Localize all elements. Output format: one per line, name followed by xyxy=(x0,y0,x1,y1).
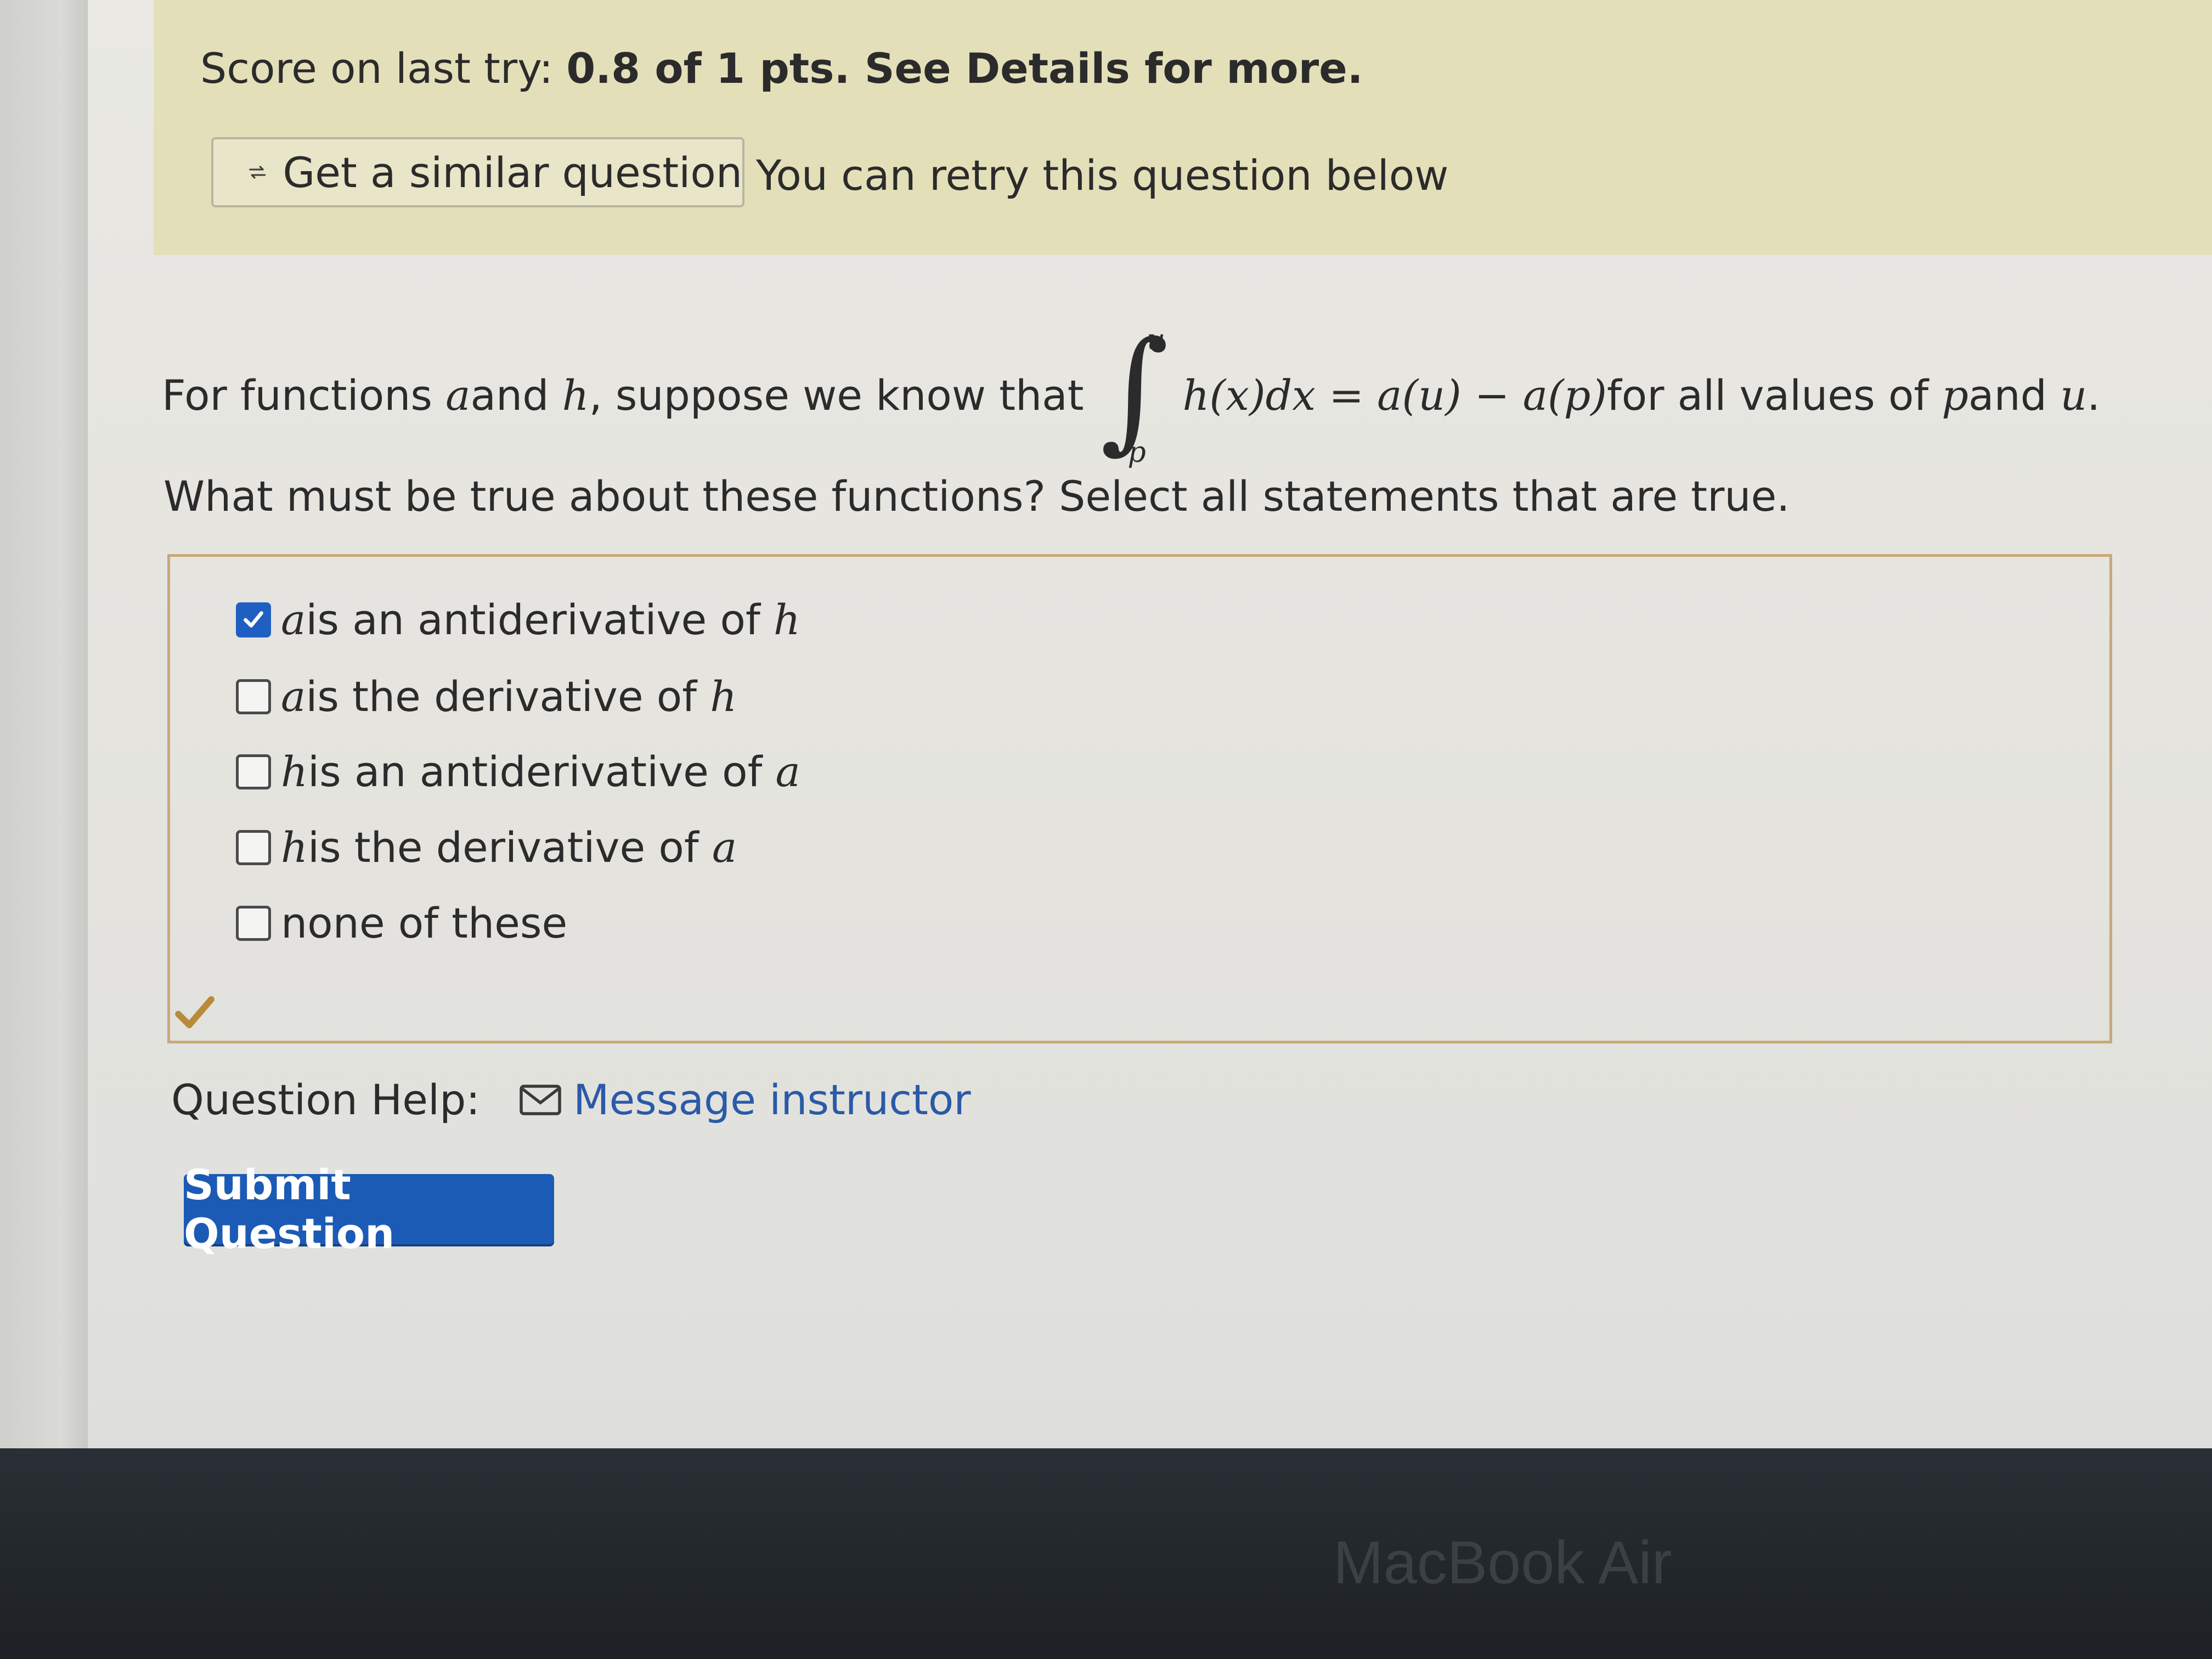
submit-question-button[interactable]: Submit Question xyxy=(184,1160,554,1258)
checkbox-checked[interactable] xyxy=(236,602,271,637)
option-var1: h xyxy=(281,747,308,796)
option-var1: a xyxy=(281,672,306,721)
checkbox[interactable] xyxy=(236,679,271,714)
option-text: is an antiderivative of xyxy=(307,747,763,796)
option-text: is an antiderivative of xyxy=(306,595,760,644)
option-text: is the derivative of xyxy=(306,672,697,721)
score-value: 0.8 of 1 pts xyxy=(566,44,834,93)
suppose-text: , suppose we know that xyxy=(589,370,1084,420)
question-help-label: Question Help: xyxy=(171,1075,480,1124)
check-icon xyxy=(244,611,263,628)
score-prefix: Score on last try: xyxy=(200,44,567,93)
integral-upper: u xyxy=(1147,324,1166,357)
score-banner xyxy=(154,0,2212,255)
var-u: u xyxy=(2060,370,2087,420)
question-intro: For functions xyxy=(162,370,432,420)
message-instructor-link[interactable]: Message instructor xyxy=(573,1075,971,1124)
score-line: Score on last try: 0.8 of 1 pts. See Det… xyxy=(200,44,1363,93)
and-text: and xyxy=(470,370,549,420)
option-var1: a xyxy=(281,595,306,644)
checkbox[interactable] xyxy=(236,905,271,941)
refresh-icon xyxy=(249,166,266,179)
integral-lower: p xyxy=(1127,436,1146,469)
option-h-derivative-of-a[interactable]: h is the derivative of a xyxy=(236,823,737,872)
get-similar-question-button[interactable]: Get a similar question xyxy=(211,137,744,207)
period: . xyxy=(2087,370,2101,420)
option-none-of-these[interactable]: none of these xyxy=(236,899,567,947)
option-var2: a xyxy=(775,747,800,796)
equation: h(x)dx = a(u) − a(p) xyxy=(1182,370,1607,420)
tail-text: for all values of xyxy=(1606,370,1929,420)
option-text: is the derivative of xyxy=(307,823,699,872)
integral-sign: ∫ u p xyxy=(1100,313,1169,469)
var-h: h xyxy=(562,370,589,420)
option-a-antiderivative-of-h[interactable]: a is an antiderivative of h xyxy=(236,595,800,644)
var-p: p xyxy=(1942,370,1969,420)
left-strip xyxy=(0,0,88,1448)
option-var2: a xyxy=(712,823,737,872)
option-h-antiderivative-of-a[interactable]: h is an antiderivative of a xyxy=(236,747,800,796)
retry-text: You can retry this question below xyxy=(756,151,1449,200)
correct-check-icon xyxy=(175,996,215,1029)
option-text: none of these xyxy=(281,899,568,947)
page: Score on last try: 0.8 of 1 pts. See Det… xyxy=(0,0,2212,1448)
option-var2: h xyxy=(710,672,737,721)
similar-button-label: Get a similar question xyxy=(283,148,742,197)
and-text-2: and xyxy=(1968,370,2047,420)
question-statement: For functions a and h, suppose we know t… xyxy=(162,313,2101,469)
checkbox[interactable] xyxy=(236,830,271,865)
question-prompt: What must be true about these functions?… xyxy=(163,472,1790,521)
option-var2: h xyxy=(773,595,800,644)
option-a-derivative-of-h[interactable]: a is the derivative of h xyxy=(236,672,737,721)
question-help: Question Help: Message instructor xyxy=(171,1075,971,1124)
laptop-bezel xyxy=(0,1448,2212,1659)
envelope-icon xyxy=(520,1084,561,1115)
score-suffix: . See Details for more. xyxy=(834,44,1363,93)
device-label: MacBook Air xyxy=(1333,1529,1672,1596)
var-a: a xyxy=(445,370,471,420)
checkbox[interactable] xyxy=(236,754,271,789)
option-var1: h xyxy=(281,823,308,872)
